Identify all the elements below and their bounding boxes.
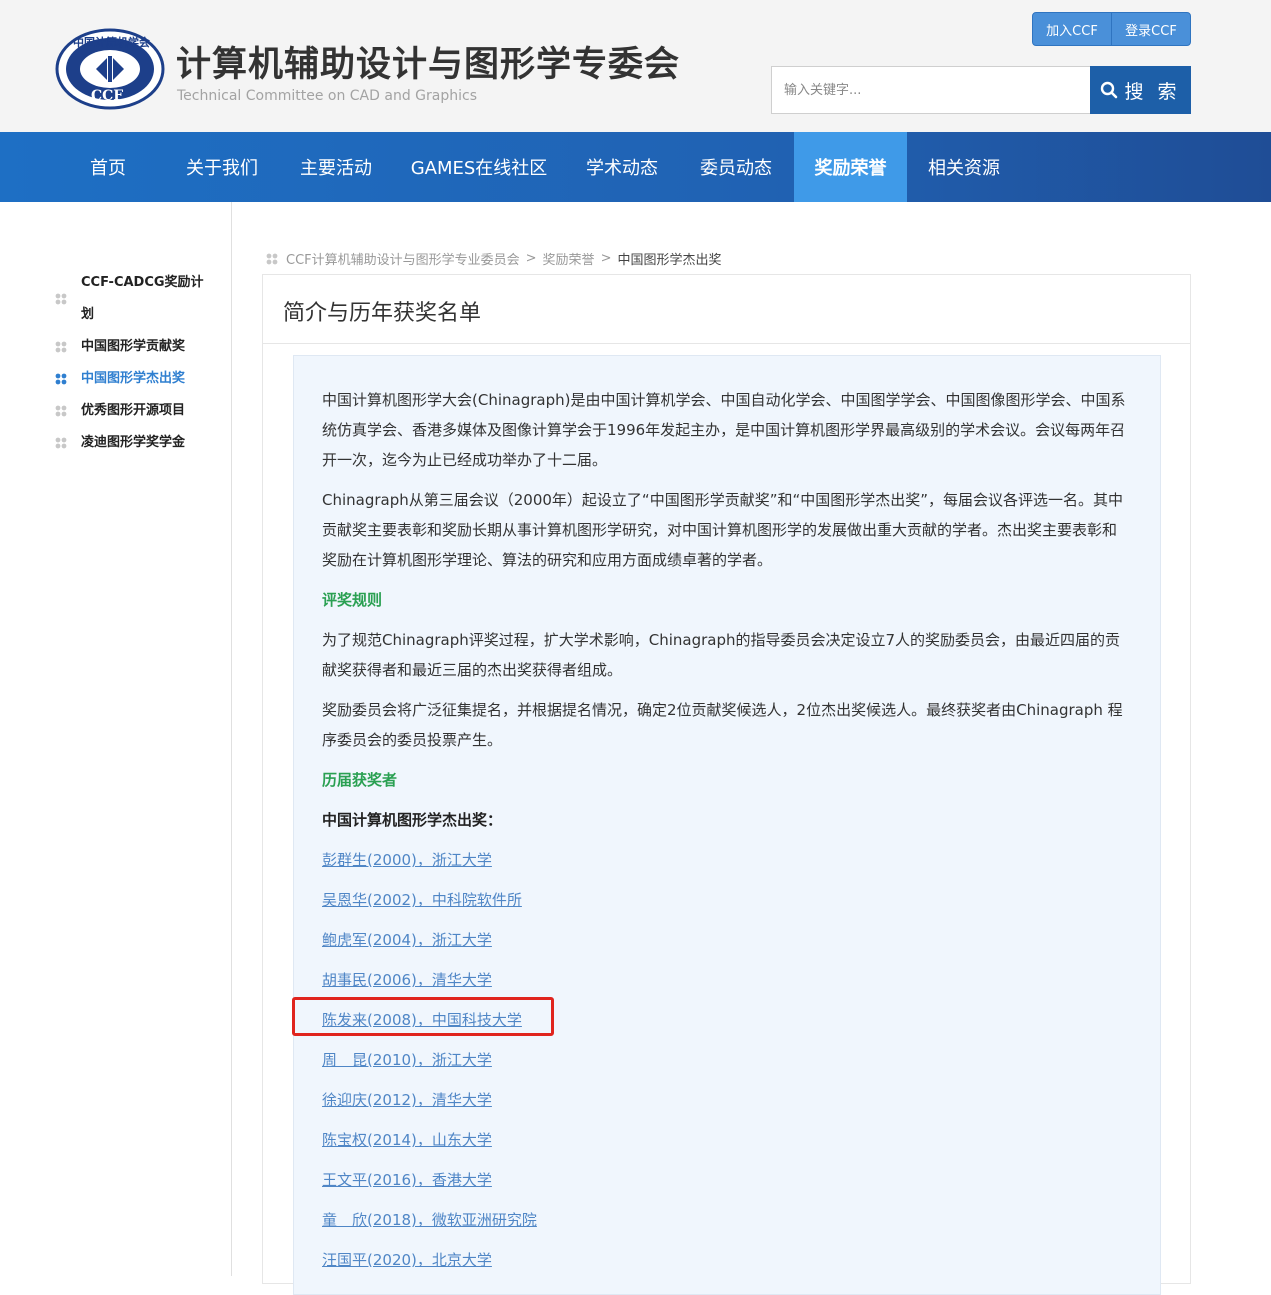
winner-link[interactable]: 徐迎庆(2012)，清华大学 (322, 1089, 492, 1110)
search-button[interactable]: 搜 索 (1090, 66, 1191, 114)
winner-link[interactable]: 鲍虎军(2004)，浙江大学 (322, 929, 492, 950)
winner-link[interactable]: 童 欣(2018)，微软亚洲研究院 (322, 1209, 537, 1230)
site-header: 中国计算机学会 CCF 计算机辅助设计与图形学专委会 Technical Com… (0, 0, 1271, 132)
grid-icon (55, 293, 67, 305)
breadcrumb-separator: > (600, 251, 612, 266)
join-ccf-button[interactable]: 加入CCF (1033, 13, 1111, 45)
sidebar-item-scholarship[interactable]: 凌迪图形学奖学金 (55, 427, 225, 459)
winner-link[interactable]: 陈宝权(2014)，山东大学 (322, 1129, 492, 1150)
logo-text-bottom: CCF (91, 88, 124, 104)
winners-heading: 历届获奖者 (322, 771, 398, 789)
sidebar-item-label: 中国图形学杰出奖 (81, 371, 186, 386)
rules-paragraph-1: 为了规范Chinagraph评奖过程，扩大学术影响，Chinagraph的指导委… (322, 631, 1121, 679)
nav-home[interactable]: 首页 (72, 132, 144, 202)
content-panel: 简介与历年获奖名单 中国计算机图形学大会(Chinagraph)是由中国计算机学… (262, 274, 1191, 1295)
nav-about[interactable]: 关于我们 (176, 132, 268, 202)
grid-icon (55, 405, 67, 417)
breadcrumb-current: 中国图形学杰出奖 (617, 253, 722, 268)
grid-icon (266, 253, 278, 264)
ccf-logo[interactable]: 中国计算机学会 CCF (55, 28, 165, 110)
winner-link[interactable]: 周 昆(2010)，浙江大学 (322, 1049, 492, 1070)
sidebar-item-label: CCF-CADCG奖励计 (81, 275, 204, 290)
winner-link[interactable]: 汪国平(2020)，北京大学 (322, 1249, 492, 1270)
sidebar-item-contribution-award[interactable]: 中国图形学贡献奖 (55, 331, 225, 363)
sidebar-item-label: 划 (81, 307, 95, 322)
sidebar-item-label: 凌迪图形学奖学金 (81, 435, 186, 450)
winner-link[interactable]: 吴恩华(2002)，中科院软件所 (322, 889, 522, 910)
login-ccf-button[interactable]: 登录CCF (1111, 13, 1190, 45)
breadcrumb-link-awards[interactable]: 奖励荣誉 (543, 249, 595, 268)
account-links: 加入CCF 登录CCF (1032, 12, 1191, 46)
intro-paragraph-2: Chinagraph从第三届会议（2000年）起设立了“中国图形学贡献奖”和“中… (322, 491, 1124, 569)
winner-link[interactable]: 胡事民(2006)，清华大学 (322, 969, 492, 990)
sidebar-item-outstanding-award[interactable]: 中国图形学杰出奖 (55, 363, 225, 395)
winner-link[interactable]: 彭群生(2000)，浙江大学 (322, 849, 492, 870)
grid-icon (55, 341, 67, 353)
search-button-label: 搜 索 (1124, 80, 1181, 103)
intro-paragraph-1: 中国计算机图形学大会(Chinagraph)是由中国计算机学会、中国自动化学会、… (322, 391, 1126, 469)
breadcrumb: CCF计算机辅助设计与图形学专业委员会 > 奖励荣誉 > 中国图形学杰出奖 (266, 249, 721, 268)
site-title: 计算机辅助设计与图形学专委会 (176, 45, 681, 85)
nav-games[interactable]: GAMES在线社区 (404, 132, 554, 202)
grid-icon (55, 373, 67, 385)
nav-resources[interactable]: 相关资源 (918, 132, 1010, 202)
nav-members[interactable]: 委员动态 (690, 132, 782, 202)
rules-heading: 评奖规则 (322, 591, 383, 609)
nav-academic[interactable]: 学术动态 (576, 132, 668, 202)
sidebar-divider (231, 202, 232, 1276)
sidebar-item-label: 优秀图形开源项目 (81, 403, 186, 418)
search-icon (1101, 81, 1118, 99)
sidebar-item-open-source[interactable]: 优秀图形开源项目 (55, 395, 225, 427)
rules-paragraph-2: 奖励委员会将广泛征集提名，并根据提名情况，确定2位贡献奖候选人，2位杰出奖候选人… (322, 701, 1123, 749)
nav-activities[interactable]: 主要活动 (290, 132, 382, 202)
search-input[interactable] (771, 66, 1091, 114)
highlight-box (292, 997, 554, 1036)
title-divider (263, 343, 1190, 344)
page-title: 简介与历年获奖名单 (283, 301, 482, 326)
logo-text-top: 中国计算机学会 (73, 36, 150, 49)
site-subtitle: Technical Committee on CAD and Graphics (177, 88, 477, 104)
main-nav: 首页 关于我们 主要活动 GAMES在线社区 学术动态 委员动态 奖励荣誉 相关… (0, 132, 1271, 202)
breadcrumb-separator: > (525, 251, 537, 266)
grid-icon (55, 437, 67, 449)
article-body: 中国计算机图形学大会(Chinagraph)是由中国计算机学会、中国自动化学会、… (293, 355, 1161, 1295)
nav-awards[interactable]: 奖励荣誉 (794, 132, 907, 202)
award-name: 中国计算机图形学杰出奖： (322, 811, 503, 829)
winner-link[interactable]: 王文平(2016)，香港大学 (322, 1169, 492, 1190)
sidebar-item-award-plan[interactable]: CCF-CADCG奖励计 划 (55, 267, 225, 331)
sidebar-item-label: 中国图形学贡献奖 (81, 339, 186, 354)
breadcrumb-link-committee[interactable]: CCF计算机辅助设计与图形学专业委员会 (286, 249, 520, 268)
